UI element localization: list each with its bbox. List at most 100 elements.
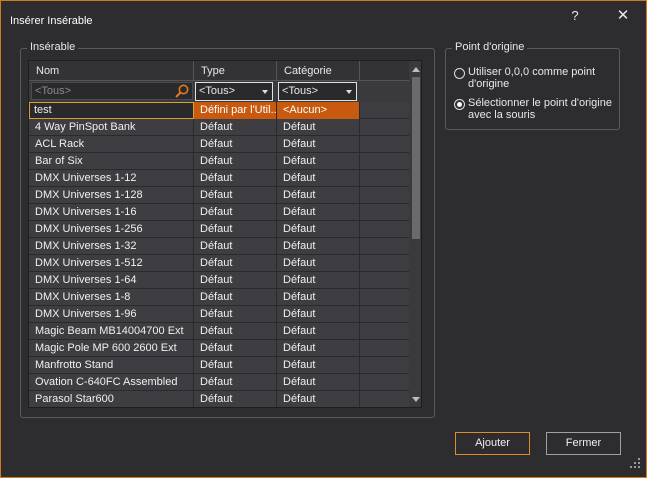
table-row[interactable]: Ovation C-640FC Assembled Défaut Défaut [29, 374, 409, 391]
table-cell-category: Défaut [277, 153, 360, 170]
table-row[interactable]: Magic Pole MP 600 2600 Ext Défaut Défaut [29, 340, 409, 357]
column-header-category[interactable]: Catégorie [277, 61, 360, 81]
table-cell-name: Manfrotto Stand [29, 357, 194, 374]
table-cell-name: Parasol Star600 [29, 391, 194, 407]
table-cell-category: Défaut [277, 204, 360, 221]
chevron-down-icon [262, 90, 268, 94]
chevron-down-icon [346, 90, 352, 94]
scroll-down-icon[interactable] [412, 397, 420, 402]
radio-checked-icon[interactable] [454, 99, 465, 110]
category-filter-value: <Tous> [282, 85, 319, 97]
resize-grip-icon[interactable] [629, 457, 641, 469]
table-cell-name: 4 Way PinSpot Bank [29, 119, 194, 136]
table-cell-category: Défaut [277, 272, 360, 289]
table-cell-name: DMX Universes 1-256 [29, 221, 194, 238]
table-row[interactable]: Parasol Star600 Défaut Défaut [29, 391, 409, 407]
table-cell-category: Défaut [277, 357, 360, 374]
grid-header: Nom Type Catégorie [29, 61, 409, 81]
table-cell-category: Défaut [277, 187, 360, 204]
new-item-type[interactable]: Défini par l'Util... [194, 102, 277, 119]
table-cell-category: Défaut [277, 238, 360, 255]
table-row[interactable]: 4 Way PinSpot Bank Défaut Défaut [29, 119, 409, 136]
category-filter-combo[interactable]: <Tous> [278, 82, 357, 101]
table-cell-type: Défaut [194, 238, 277, 255]
origin-option-zero-label-line2: d'origine [468, 78, 510, 90]
table-cell-category: Défaut [277, 136, 360, 153]
table-cell-category: Défaut [277, 170, 360, 187]
type-filter-combo[interactable]: <Tous> [195, 82, 273, 101]
table-row[interactable]: DMX Universes 1-128 Défaut Défaut [29, 187, 409, 204]
table-cell-category: Défaut [277, 119, 360, 136]
new-item-name-field[interactable]: test [29, 102, 194, 119]
table-cell-name: DMX Universes 1-64 [29, 272, 194, 289]
table-row[interactable]: DMX Universes 1-12 Défaut Défaut [29, 170, 409, 187]
table-row[interactable]: DMX Universes 1-32 Défaut Défaut [29, 238, 409, 255]
scroll-up-icon[interactable] [412, 67, 420, 72]
table-cell-category: Défaut [277, 306, 360, 323]
table-cell-type: Défaut [194, 374, 277, 391]
table-cell-category: Défaut [277, 340, 360, 357]
table-cell-category: Défaut [277, 221, 360, 238]
help-button[interactable]: ? [564, 7, 586, 25]
table-cell-type: Défaut [194, 204, 277, 221]
table-cell-type: Défaut [194, 289, 277, 306]
table-cell-name: DMX Universes 1-512 [29, 255, 194, 272]
close-button[interactable]: Fermer [546, 432, 621, 455]
origin-option-zero[interactable]: Utiliser 0,0,0 comme point d'origine [454, 66, 614, 90]
origin-option-mouse[interactable]: Sélectionner le point d'origine avec la … [454, 97, 614, 121]
table-cell-type: Défaut [194, 136, 277, 153]
table-cell-name: DMX Universes 1-128 [29, 187, 194, 204]
table-row[interactable]: Manfrotto Stand Défaut Défaut [29, 357, 409, 374]
table-cell-name: Ovation C-640FC Assembled [29, 374, 194, 391]
table-row[interactable]: DMX Universes 1-512 Défaut Défaut [29, 255, 409, 272]
column-header-name[interactable]: Nom [29, 61, 194, 81]
new-item-category[interactable]: <Aucun> [277, 102, 360, 119]
add-button[interactable]: Ajouter [455, 432, 530, 455]
origin-point-group-legend: Point d'origine [452, 41, 528, 53]
table-cell-name: Magic Pole MP 600 2600 Ext [29, 340, 194, 357]
table-cell-name: Magic Beam MB14004700 Ext [29, 323, 194, 340]
table-row[interactable]: DMX Universes 1-64 Défaut Défaut [29, 272, 409, 289]
window-title: Insérer Insérable [10, 15, 93, 27]
table-cell-type: Défaut [194, 153, 277, 170]
scrollbar-thumb[interactable] [412, 77, 420, 239]
search-icon[interactable] [174, 83, 190, 99]
table-cell-category: Défaut [277, 323, 360, 340]
table-cell-name: DMX Universes 1-16 [29, 204, 194, 221]
table-row[interactable]: Magic Beam MB14004700 Ext Défaut Défaut [29, 323, 409, 340]
table-cell-type: Défaut [194, 187, 277, 204]
table-cell-name: ACL Rack [29, 136, 194, 153]
insert-insertable-dialog: Insérer Insérable ? ✕ Insérable Nom Type… [0, 0, 647, 478]
table-cell-type: Défaut [194, 340, 277, 357]
table-cell-type: Défaut [194, 119, 277, 136]
table-row[interactable]: DMX Universes 1-256 Défaut Défaut [29, 221, 409, 238]
table-row[interactable]: Bar of Six Défaut Défaut [29, 153, 409, 170]
insertable-grid[interactable]: Nom Type Catégorie <Tous> <Tous> <Tous> … [28, 60, 422, 408]
table-cell-type: Défaut [194, 255, 277, 272]
table-cell-name: Bar of Six [29, 153, 194, 170]
table-row[interactable]: DMX Universes 1-96 Défaut Défaut [29, 306, 409, 323]
origin-option-zero-label-line1: Utiliser 0,0,0 comme point [468, 66, 596, 78]
table-cell-name: DMX Universes 1-8 [29, 289, 194, 306]
table-row[interactable]: ACL Rack Défaut Défaut [29, 136, 409, 153]
grid-rows: test Défini par l'Util... <Aucun> 4 Way … [29, 102, 409, 407]
table-cell-type: Défaut [194, 170, 277, 187]
origin-option-mouse-label-line1: Sélectionner le point d'origine [468, 97, 612, 109]
table-cell-name: DMX Universes 1-96 [29, 306, 194, 323]
radio-unchecked-icon[interactable] [454, 68, 465, 79]
table-cell-name: DMX Universes 1-12 [29, 170, 194, 187]
table-row[interactable]: DMX Universes 1-16 Défaut Défaut [29, 204, 409, 221]
origin-option-mouse-label-line2: avec la souris [468, 109, 536, 121]
new-item-row[interactable]: test Défini par l'Util... <Aucun> [29, 102, 409, 119]
title-bar: Insérer Insérable ? ✕ [1, 1, 646, 33]
filter-row: <Tous> <Tous> <Tous> [29, 81, 409, 102]
table-cell-type: Défaut [194, 221, 277, 238]
name-filter-input[interactable]: <Tous> [31, 82, 193, 100]
table-cell-name: DMX Universes 1-32 [29, 238, 194, 255]
column-header-type[interactable]: Type [194, 61, 277, 81]
table-row[interactable]: DMX Universes 1-8 Défaut Défaut [29, 289, 409, 306]
table-cell-category: Défaut [277, 374, 360, 391]
vertical-scrollbar[interactable] [410, 61, 421, 407]
table-cell-category: Défaut [277, 255, 360, 272]
close-window-button[interactable]: ✕ [612, 7, 634, 25]
